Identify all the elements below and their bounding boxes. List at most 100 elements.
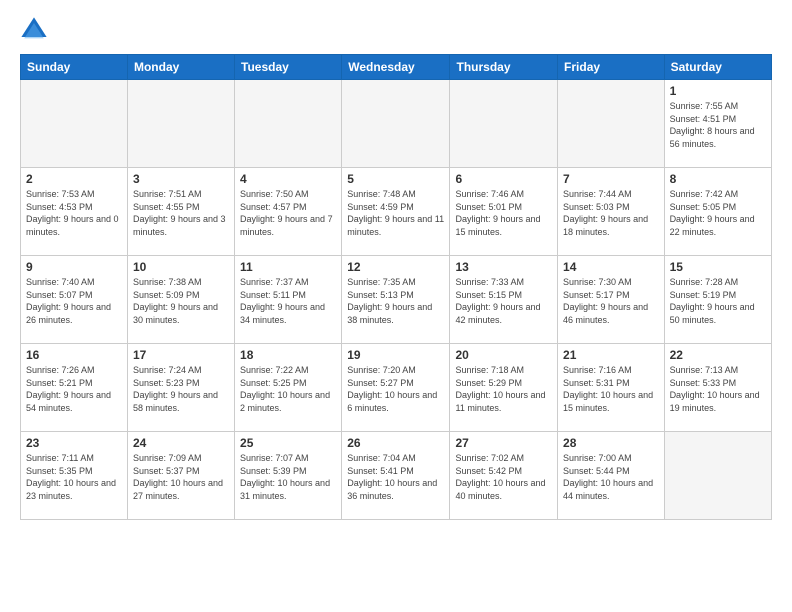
calendar-cell: 21 Sunrise: 7:16 AM Sunset: 5:31 PM Dayli… xyxy=(558,344,665,432)
day-number: 10 xyxy=(133,260,229,274)
calendar-cell: 18Sunrise: 7:22 AM Sunset: 5:25 PM Dayli… xyxy=(235,344,342,432)
calendar-cell: 12 Sunrise: 7:35 AM Sunset: 5:13 PM Dayli… xyxy=(342,256,450,344)
day-info: Sunrise: 7:42 AM Sunset: 5:05 PM Dayligh… xyxy=(670,188,766,238)
calendar-cell: 28 Sunrise: 7:00 AM Sunset: 5:44 PM Dayli… xyxy=(558,432,665,520)
calendar-cell: 27 Sunrise: 7:02 AM Sunset: 5:42 PM Dayli… xyxy=(450,432,558,520)
calendar-cell xyxy=(127,80,234,168)
calendar-cell: 16Sunrise: 7:26 AM Sunset: 5:21 PM Dayli… xyxy=(21,344,128,432)
calendar: SundayMondayTuesdayWednesdayThursdayFrid… xyxy=(20,54,772,520)
calendar-cell: 19 Sunrise: 7:20 AM Sunset: 5:27 PM Dayli… xyxy=(342,344,450,432)
day-number: 3 xyxy=(133,172,229,186)
day-info: Sunrise: 7:04 AM Sunset: 5:41 PM Dayligh… xyxy=(347,452,444,502)
day-number: 14 xyxy=(563,260,659,274)
weekday-header: Saturday xyxy=(664,55,771,80)
header xyxy=(20,16,772,44)
calendar-cell xyxy=(664,432,771,520)
day-info: Sunrise: 7:09 AM Sunset: 5:37 PM Dayligh… xyxy=(133,452,229,502)
day-number: 15 xyxy=(670,260,766,274)
calendar-cell: 23 Sunrise: 7:11 AM Sunset: 5:35 PM Dayli… xyxy=(21,432,128,520)
page: SundayMondayTuesdayWednesdayThursdayFrid… xyxy=(0,0,792,612)
calendar-week-row: 16Sunrise: 7:26 AM Sunset: 5:21 PM Dayli… xyxy=(21,344,772,432)
calendar-cell: 11 Sunrise: 7:37 AM Sunset: 5:11 PM Dayli… xyxy=(235,256,342,344)
day-info: Sunrise: 7:50 AM Sunset: 4:57 PM Dayligh… xyxy=(240,188,336,238)
day-info: Sunrise: 7:00 AM Sunset: 5:44 PM Dayligh… xyxy=(563,452,659,502)
day-info: Sunrise: 7:46 AM Sunset: 5:01 PM Dayligh… xyxy=(455,188,552,238)
calendar-cell xyxy=(235,80,342,168)
calendar-cell: 26 Sunrise: 7:04 AM Sunset: 5:41 PM Dayli… xyxy=(342,432,450,520)
day-info: Sunrise: 7:37 AM Sunset: 5:11 PM Dayligh… xyxy=(240,276,336,326)
day-number: 4 xyxy=(240,172,336,186)
day-number: 27 xyxy=(455,436,552,450)
day-number: 28 xyxy=(563,436,659,450)
day-number: 7 xyxy=(563,172,659,186)
day-info: Sunrise: 7:11 AM Sunset: 5:35 PM Dayligh… xyxy=(26,452,122,502)
calendar-cell: 8 Sunrise: 7:42 AM Sunset: 5:05 PM Daylig… xyxy=(664,168,771,256)
day-number: 18 xyxy=(240,348,336,362)
calendar-cell: 25Sunrise: 7:07 AM Sunset: 5:39 PM Dayli… xyxy=(235,432,342,520)
day-info: Sunrise: 7:30 AM Sunset: 5:17 PM Dayligh… xyxy=(563,276,659,326)
calendar-cell: 20 Sunrise: 7:18 AM Sunset: 5:29 PM Dayli… xyxy=(450,344,558,432)
day-info: Sunrise: 7:02 AM Sunset: 5:42 PM Dayligh… xyxy=(455,452,552,502)
weekday-header-row: SundayMondayTuesdayWednesdayThursdayFrid… xyxy=(21,55,772,80)
calendar-week-row: 2 Sunrise: 7:53 AM Sunset: 4:53 PM Daylig… xyxy=(21,168,772,256)
day-info: Sunrise: 7:28 AM Sunset: 5:19 PM Dayligh… xyxy=(670,276,766,326)
calendar-cell: 5 Sunrise: 7:48 AM Sunset: 4:59 PM Daylig… xyxy=(342,168,450,256)
day-info: Sunrise: 7:20 AM Sunset: 5:27 PM Dayligh… xyxy=(347,364,444,414)
day-number: 20 xyxy=(455,348,552,362)
day-number: 19 xyxy=(347,348,444,362)
day-info: Sunrise: 7:55 AM Sunset: 4:51 PM Dayligh… xyxy=(670,100,766,150)
day-number: 5 xyxy=(347,172,444,186)
calendar-week-row: 9Sunrise: 7:40 AM Sunset: 5:07 PM Daylig… xyxy=(21,256,772,344)
calendar-cell xyxy=(558,80,665,168)
calendar-cell: 17 Sunrise: 7:24 AM Sunset: 5:23 PM Dayli… xyxy=(127,344,234,432)
day-number: 17 xyxy=(133,348,229,362)
calendar-cell: 22 Sunrise: 7:13 AM Sunset: 5:33 PM Dayli… xyxy=(664,344,771,432)
calendar-cell: 4 Sunrise: 7:50 AM Sunset: 4:57 PM Daylig… xyxy=(235,168,342,256)
calendar-cell: 15 Sunrise: 7:28 AM Sunset: 5:19 PM Dayli… xyxy=(664,256,771,344)
day-info: Sunrise: 7:40 AM Sunset: 5:07 PM Dayligh… xyxy=(26,276,122,326)
day-number: 8 xyxy=(670,172,766,186)
day-info: Sunrise: 7:18 AM Sunset: 5:29 PM Dayligh… xyxy=(455,364,552,414)
calendar-cell: 2 Sunrise: 7:53 AM Sunset: 4:53 PM Daylig… xyxy=(21,168,128,256)
day-number: 23 xyxy=(26,436,122,450)
logo-icon xyxy=(20,16,48,44)
day-info: Sunrise: 7:16 AM Sunset: 5:31 PM Dayligh… xyxy=(563,364,659,414)
day-number: 21 xyxy=(563,348,659,362)
day-info: Sunrise: 7:51 AM Sunset: 4:55 PM Dayligh… xyxy=(133,188,229,238)
calendar-cell: 13 Sunrise: 7:33 AM Sunset: 5:15 PM Dayli… xyxy=(450,256,558,344)
day-number: 16 xyxy=(26,348,122,362)
day-info: Sunrise: 7:35 AM Sunset: 5:13 PM Dayligh… xyxy=(347,276,444,326)
day-info: Sunrise: 7:44 AM Sunset: 5:03 PM Dayligh… xyxy=(563,188,659,238)
day-number: 6 xyxy=(455,172,552,186)
weekday-header: Thursday xyxy=(450,55,558,80)
weekday-header: Tuesday xyxy=(235,55,342,80)
day-number: 13 xyxy=(455,260,552,274)
calendar-cell: 10Sunrise: 7:38 AM Sunset: 5:09 PM Dayli… xyxy=(127,256,234,344)
logo xyxy=(20,16,52,44)
day-info: Sunrise: 7:24 AM Sunset: 5:23 PM Dayligh… xyxy=(133,364,229,414)
calendar-cell: 14 Sunrise: 7:30 AM Sunset: 5:17 PM Dayli… xyxy=(558,256,665,344)
weekday-header: Sunday xyxy=(21,55,128,80)
day-number: 11 xyxy=(240,260,336,274)
calendar-cell: 3 Sunrise: 7:51 AM Sunset: 4:55 PM Daylig… xyxy=(127,168,234,256)
day-number: 26 xyxy=(347,436,444,450)
weekday-header: Friday xyxy=(558,55,665,80)
day-info: Sunrise: 7:53 AM Sunset: 4:53 PM Dayligh… xyxy=(26,188,122,238)
calendar-cell: 9Sunrise: 7:40 AM Sunset: 5:07 PM Daylig… xyxy=(21,256,128,344)
day-info: Sunrise: 7:33 AM Sunset: 5:15 PM Dayligh… xyxy=(455,276,552,326)
day-number: 22 xyxy=(670,348,766,362)
calendar-cell: 7 Sunrise: 7:44 AM Sunset: 5:03 PM Daylig… xyxy=(558,168,665,256)
calendar-cell: 24 Sunrise: 7:09 AM Sunset: 5:37 PM Dayli… xyxy=(127,432,234,520)
calendar-cell xyxy=(21,80,128,168)
day-number: 24 xyxy=(133,436,229,450)
day-info: Sunrise: 7:48 AM Sunset: 4:59 PM Dayligh… xyxy=(347,188,444,238)
calendar-cell: 6 Sunrise: 7:46 AM Sunset: 5:01 PM Daylig… xyxy=(450,168,558,256)
day-info: Sunrise: 7:07 AM Sunset: 5:39 PM Dayligh… xyxy=(240,452,336,502)
day-number: 1 xyxy=(670,84,766,98)
day-info: Sunrise: 7:13 AM Sunset: 5:33 PM Dayligh… xyxy=(670,364,766,414)
calendar-cell xyxy=(450,80,558,168)
calendar-week-row: 1 Sunrise: 7:55 AM Sunset: 4:51 PM Daylig… xyxy=(21,80,772,168)
day-number: 12 xyxy=(347,260,444,274)
day-number: 2 xyxy=(26,172,122,186)
weekday-header: Monday xyxy=(127,55,234,80)
